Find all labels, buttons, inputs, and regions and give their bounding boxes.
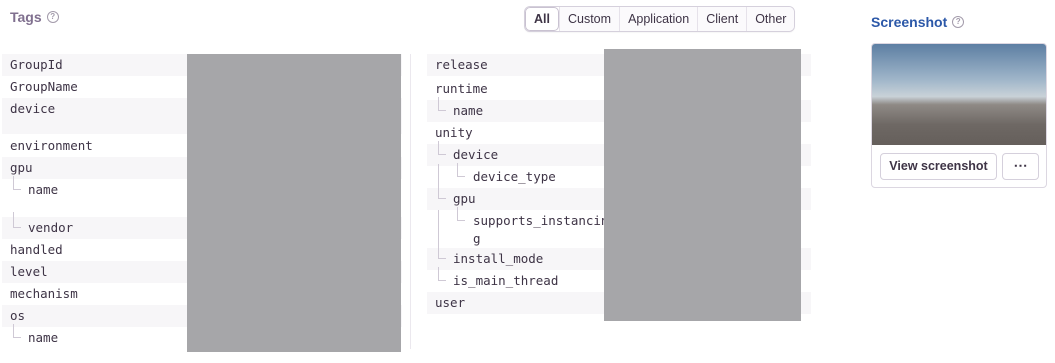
redacted-values-block xyxy=(187,54,401,352)
filter-tab-application[interactable]: Application xyxy=(619,7,698,31)
tree-connector xyxy=(438,245,446,259)
tree-connector xyxy=(438,141,446,155)
tag-key: name xyxy=(28,182,59,197)
tag-key: is_main_thread xyxy=(453,273,559,288)
tag-key: user xyxy=(435,295,466,310)
question-circle-icon[interactable]: ? xyxy=(46,11,59,23)
tag-key: vendor xyxy=(28,220,74,235)
redacted-values-block xyxy=(604,49,801,321)
screenshot-card: View screenshot ⋯ xyxy=(871,43,1047,188)
tag-key: device xyxy=(10,101,56,116)
tag-key: handled xyxy=(10,242,63,257)
tag-key: GroupName xyxy=(10,79,78,94)
filter-tab-client[interactable]: Client xyxy=(697,7,747,31)
filter-tab-custom[interactable]: Custom xyxy=(558,7,620,31)
tree-connector xyxy=(438,185,446,199)
ellipsis-icon: ⋯ xyxy=(1013,157,1028,173)
screenshot-thumbnail[interactable] xyxy=(872,44,1046,145)
column-divider xyxy=(410,54,411,349)
tag-key: runtime xyxy=(435,81,488,96)
tag-filter-segmented-control: All Custom Application Client Other xyxy=(524,6,796,32)
tag-key: name xyxy=(28,330,59,345)
tag-key: device_type xyxy=(473,169,556,184)
tag-key: GroupId xyxy=(10,57,63,72)
filter-tab-all[interactable]: All xyxy=(525,7,559,31)
screenshot-header: Screenshot ? xyxy=(871,14,965,30)
tag-key: name xyxy=(453,103,484,118)
tag-key: unity xyxy=(435,125,473,140)
screenshot-title: Screenshot xyxy=(871,14,948,30)
tag-key: gpu xyxy=(10,160,33,175)
tag-key-wrap: g xyxy=(473,231,481,246)
question-circle-icon[interactable]: ? xyxy=(952,16,965,28)
view-screenshot-button[interactable]: View screenshot xyxy=(880,153,997,180)
tag-key: release xyxy=(435,57,488,72)
tree-connector xyxy=(438,267,446,281)
tree-connector xyxy=(457,207,465,221)
tag-key: environment xyxy=(10,138,93,153)
tag-key: supports_instancin xyxy=(473,213,609,228)
filter-tab-other[interactable]: Other xyxy=(746,7,795,31)
tree-connector xyxy=(13,215,21,228)
tree-connector xyxy=(13,324,21,338)
tag-key: mechanism xyxy=(10,286,78,301)
tag-key: device xyxy=(453,147,499,162)
tag-key: os xyxy=(10,308,26,323)
tag-key: level xyxy=(10,264,48,279)
tags-title: Tags xyxy=(10,9,42,25)
tree-connector xyxy=(457,163,465,177)
tags-header: Tags ? xyxy=(10,9,59,25)
more-options-button[interactable]: ⋯ xyxy=(1002,153,1039,180)
tag-key: install_mode xyxy=(453,251,544,266)
tag-key: gpu xyxy=(453,191,476,206)
tree-connector xyxy=(13,176,21,190)
tree-connector xyxy=(438,97,446,111)
